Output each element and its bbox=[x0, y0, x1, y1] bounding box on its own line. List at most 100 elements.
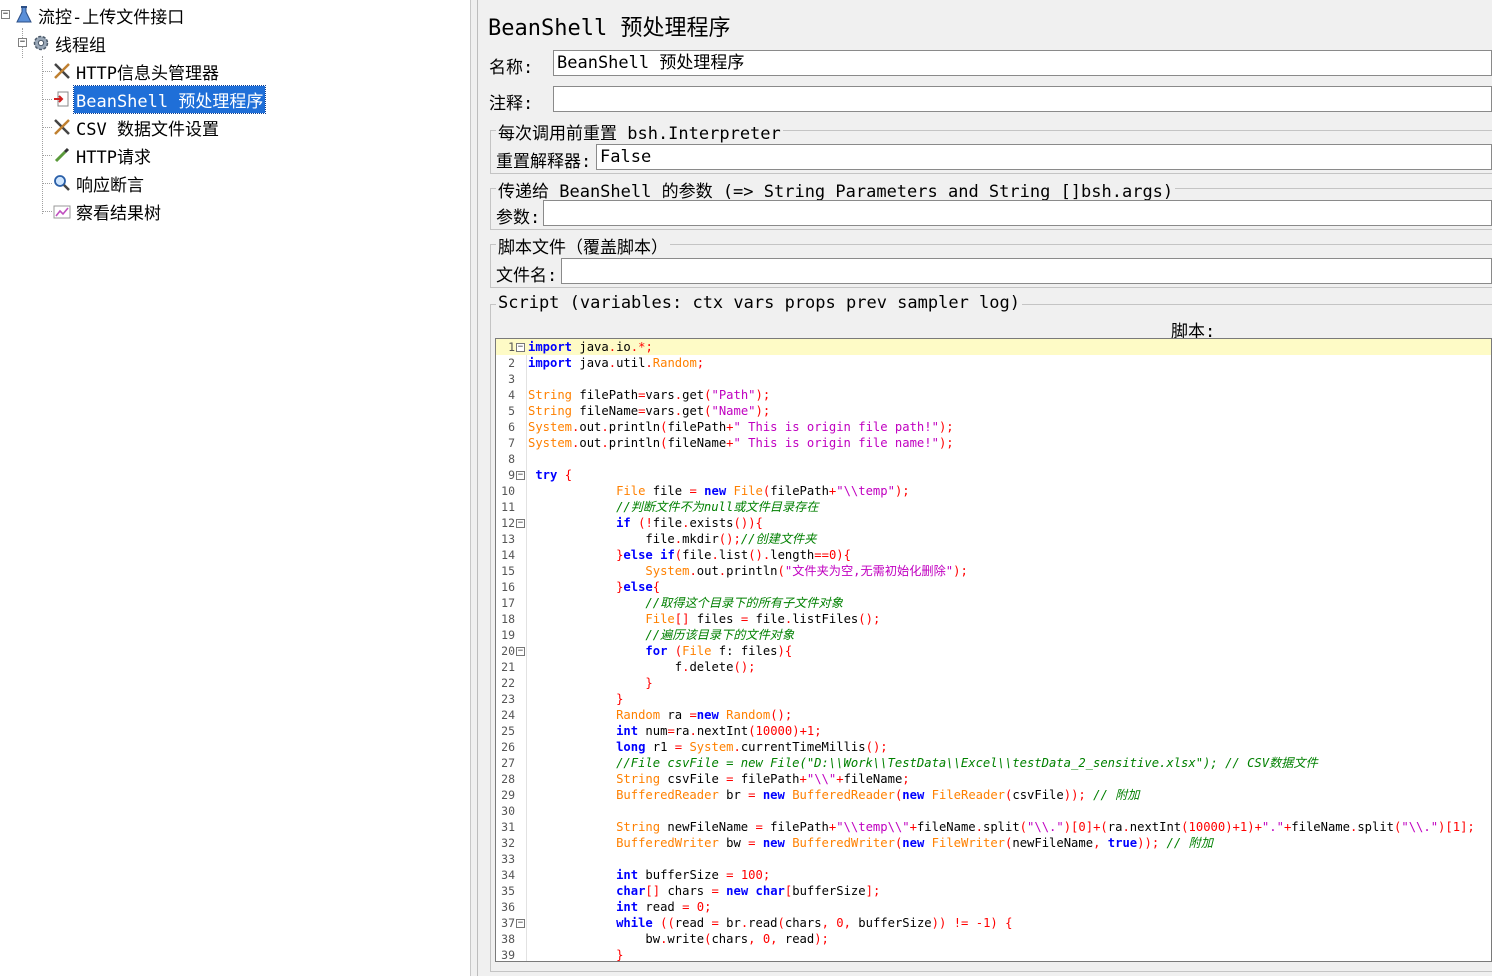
page-title: BeanShell 预处理程序 bbox=[488, 16, 731, 41]
tree-node-label: CSV 数据文件设置 bbox=[76, 119, 219, 140]
line-number: 11 bbox=[501, 500, 515, 514]
code-line[interactable]: 20− for (File f: files){ bbox=[496, 643, 1491, 659]
code-text: File file = new File(filePath+"\\temp"); bbox=[616, 484, 910, 498]
code-line[interactable]: 39 } bbox=[496, 947, 1491, 962]
line-number: 36 bbox=[501, 900, 515, 914]
line-number: 21 bbox=[501, 660, 515, 674]
line-number: 5 bbox=[508, 404, 515, 418]
fold-toggle-icon[interactable]: − bbox=[516, 919, 525, 928]
code-line[interactable]: 34 int bufferSize = 100; bbox=[496, 867, 1491, 883]
tree-node-root[interactable]: 流控-上传文件接口 bbox=[14, 2, 186, 28]
code-line[interactable]: 18 File[] files = file.listFiles(); bbox=[496, 611, 1491, 627]
code-line[interactable]: 11 //判断文件不为null或文件目录存在 bbox=[496, 499, 1491, 515]
comment-field[interactable] bbox=[553, 86, 1492, 112]
code-text: System.out.println("文件夹为空,无需初始化删除"); bbox=[645, 564, 968, 578]
code-line[interactable]: 2 import java.util.Random; bbox=[496, 355, 1491, 371]
line-number: 25 bbox=[501, 724, 515, 738]
magnifier-icon bbox=[52, 173, 72, 193]
code-text: }else if(file.list().length==0){ bbox=[616, 548, 851, 562]
test-plan-tree[interactable]: − 流控-上传文件接口 − 线程组 HTTP信息头管理器 BeanShell 预… bbox=[0, 0, 471, 976]
code-text: } bbox=[616, 948, 624, 962]
tree-node-view-results-tree[interactable]: 察看结果树 bbox=[52, 198, 163, 224]
code-line[interactable]: 9− try { bbox=[496, 467, 1491, 483]
line-number: 32 bbox=[501, 836, 515, 850]
line-number: 9 bbox=[508, 468, 515, 482]
code-line[interactable]: 7 System.out.println(fileName+" This is o… bbox=[496, 435, 1491, 451]
code-line[interactable]: 32 BufferedWriter bw = new BufferedWrite… bbox=[496, 835, 1491, 851]
line-number: 12 bbox=[501, 516, 515, 530]
code-line[interactable]: 38 bw.write(chars, 0, read); bbox=[496, 931, 1491, 947]
tree-node-response-assertion[interactable]: 响应断言 bbox=[52, 170, 146, 196]
fold-toggle-icon[interactable]: − bbox=[516, 343, 525, 352]
code-line[interactable]: 14 }else if(file.list().length==0){ bbox=[496, 547, 1491, 563]
code-line[interactable]: 26 long r1 = System.currentTimeMillis(); bbox=[496, 739, 1491, 755]
code-line[interactable]: 28 String csvFile = filePath+"\\"+fileNa… bbox=[496, 771, 1491, 787]
chart-icon bbox=[52, 201, 72, 221]
code-text: try { bbox=[535, 468, 573, 482]
code-line[interactable]: 33 bbox=[496, 851, 1491, 867]
tree-node-http-request[interactable]: HTTP请求 bbox=[52, 142, 153, 168]
code-line[interactable]: 36 int read = 0; bbox=[496, 899, 1491, 915]
code-line[interactable]: 5 String fileName=vars.get("Name"); bbox=[496, 403, 1491, 419]
tree-node-beanshell-preprocessor[interactable]: BeanShell 预处理程序 bbox=[52, 84, 267, 114]
code-line[interactable]: 19 //遍历该目录下的文件对象 bbox=[496, 627, 1491, 643]
split-pane-divider[interactable] bbox=[471, 0, 478, 976]
code-line[interactable]: 3 bbox=[496, 371, 1491, 387]
code-line[interactable]: 22 } bbox=[496, 675, 1491, 691]
script-editor[interactable]: 1− import java.io.*; 2 import java.util.Ran… bbox=[495, 338, 1492, 962]
fold-toggle-icon[interactable]: − bbox=[516, 647, 525, 656]
code-line[interactable]: 6 System.out.println(filePath+" This is o… bbox=[496, 419, 1491, 435]
tree-node-label: 线程组 bbox=[55, 35, 106, 56]
code-line[interactable]: 17 //取得这个目录下的所有子文件对象 bbox=[496, 595, 1491, 611]
collapse-root-toggle[interactable]: − bbox=[1, 10, 10, 19]
code-line[interactable]: 29 BufferedReader br = new BufferedReade… bbox=[496, 787, 1491, 803]
code-line[interactable]: 23 } bbox=[496, 691, 1491, 707]
code-line[interactable]: 16 }else{ bbox=[496, 579, 1491, 595]
code-text: char[] chars = new char[bufferSize]; bbox=[616, 884, 881, 898]
code-line[interactable]: 10 File file = new File(filePath+"\\temp… bbox=[496, 483, 1491, 499]
line-number: 17 bbox=[501, 596, 515, 610]
line-number: 23 bbox=[501, 692, 515, 706]
line-number: 35 bbox=[501, 884, 515, 898]
code-text: String csvFile = filePath+"\\"+fileName; bbox=[616, 772, 910, 786]
line-number: 8 bbox=[508, 452, 515, 466]
code-line[interactable]: 27 //File csvFile = new File("D:\\Work\\… bbox=[496, 755, 1491, 771]
tree-node-http-header-manager[interactable]: HTTP信息头管理器 bbox=[52, 58, 221, 84]
fold-toggle-icon[interactable]: − bbox=[516, 519, 525, 528]
code-text: //遍历该目录下的文件对象 bbox=[645, 628, 795, 642]
code-line[interactable]: 21 f.delete(); bbox=[496, 659, 1491, 675]
collapse-thread-group-toggle[interactable]: − bbox=[18, 38, 27, 47]
code-line[interactable]: 37− while ((read = br.read(chars, 0, buf… bbox=[496, 915, 1491, 931]
code-line[interactable]: 4 String filePath=vars.get("Path"); bbox=[496, 387, 1491, 403]
code-line[interactable]: 1− import java.io.*; bbox=[496, 339, 1491, 355]
beanshell-preprocessor-panel: BeanShell 预处理程序 名称: BeanShell 预处理程序 注释: … bbox=[478, 0, 1492, 976]
tree-node-thread-group[interactable]: 线程组 bbox=[31, 30, 108, 56]
line-number: 10 bbox=[501, 484, 515, 498]
fold-toggle-icon[interactable]: − bbox=[516, 471, 525, 480]
script-group-title: Script (variables: ctx vars props prev s… bbox=[496, 293, 1022, 313]
tree-node-label: 察看结果树 bbox=[76, 203, 161, 224]
reset-interpreter-field[interactable]: False bbox=[596, 144, 1492, 170]
line-number: 15 bbox=[501, 564, 515, 578]
name-field[interactable]: BeanShell 预处理程序 bbox=[553, 50, 1492, 76]
code-line[interactable]: 24 Random ra =new Random(); bbox=[496, 707, 1491, 723]
tree-connector bbox=[42, 99, 52, 100]
tree-connector bbox=[42, 127, 52, 128]
line-number: 2 bbox=[508, 356, 515, 370]
code-line[interactable]: 13 file.mkdir();//创建文件夹 bbox=[496, 531, 1491, 547]
code-line[interactable]: 8 bbox=[496, 451, 1491, 467]
code-line[interactable]: 12− if (!file.exists()){ bbox=[496, 515, 1491, 531]
line-number: 14 bbox=[501, 548, 515, 562]
file-name-field[interactable] bbox=[561, 258, 1492, 284]
code-line[interactable]: 15 System.out.println("文件夹为空,无需初始化删除"); bbox=[496, 563, 1491, 579]
code-line[interactable]: 35 char[] chars = new char[bufferSize]; bbox=[496, 883, 1491, 899]
tree-node-csv-data-set[interactable]: CSV 数据文件设置 bbox=[52, 114, 221, 140]
code-line[interactable]: 31 String newFileName = filePath+"\\temp… bbox=[496, 819, 1491, 835]
comment-label: 注释: bbox=[489, 94, 534, 114]
code-line[interactable]: 30 bbox=[496, 803, 1491, 819]
line-number: 26 bbox=[501, 740, 515, 754]
code-text: if (!file.exists()){ bbox=[616, 516, 763, 530]
tree-connector bbox=[42, 183, 52, 184]
parameters-field[interactable] bbox=[543, 200, 1492, 226]
code-line[interactable]: 25 int num=ra.nextInt(10000)+1; bbox=[496, 723, 1491, 739]
